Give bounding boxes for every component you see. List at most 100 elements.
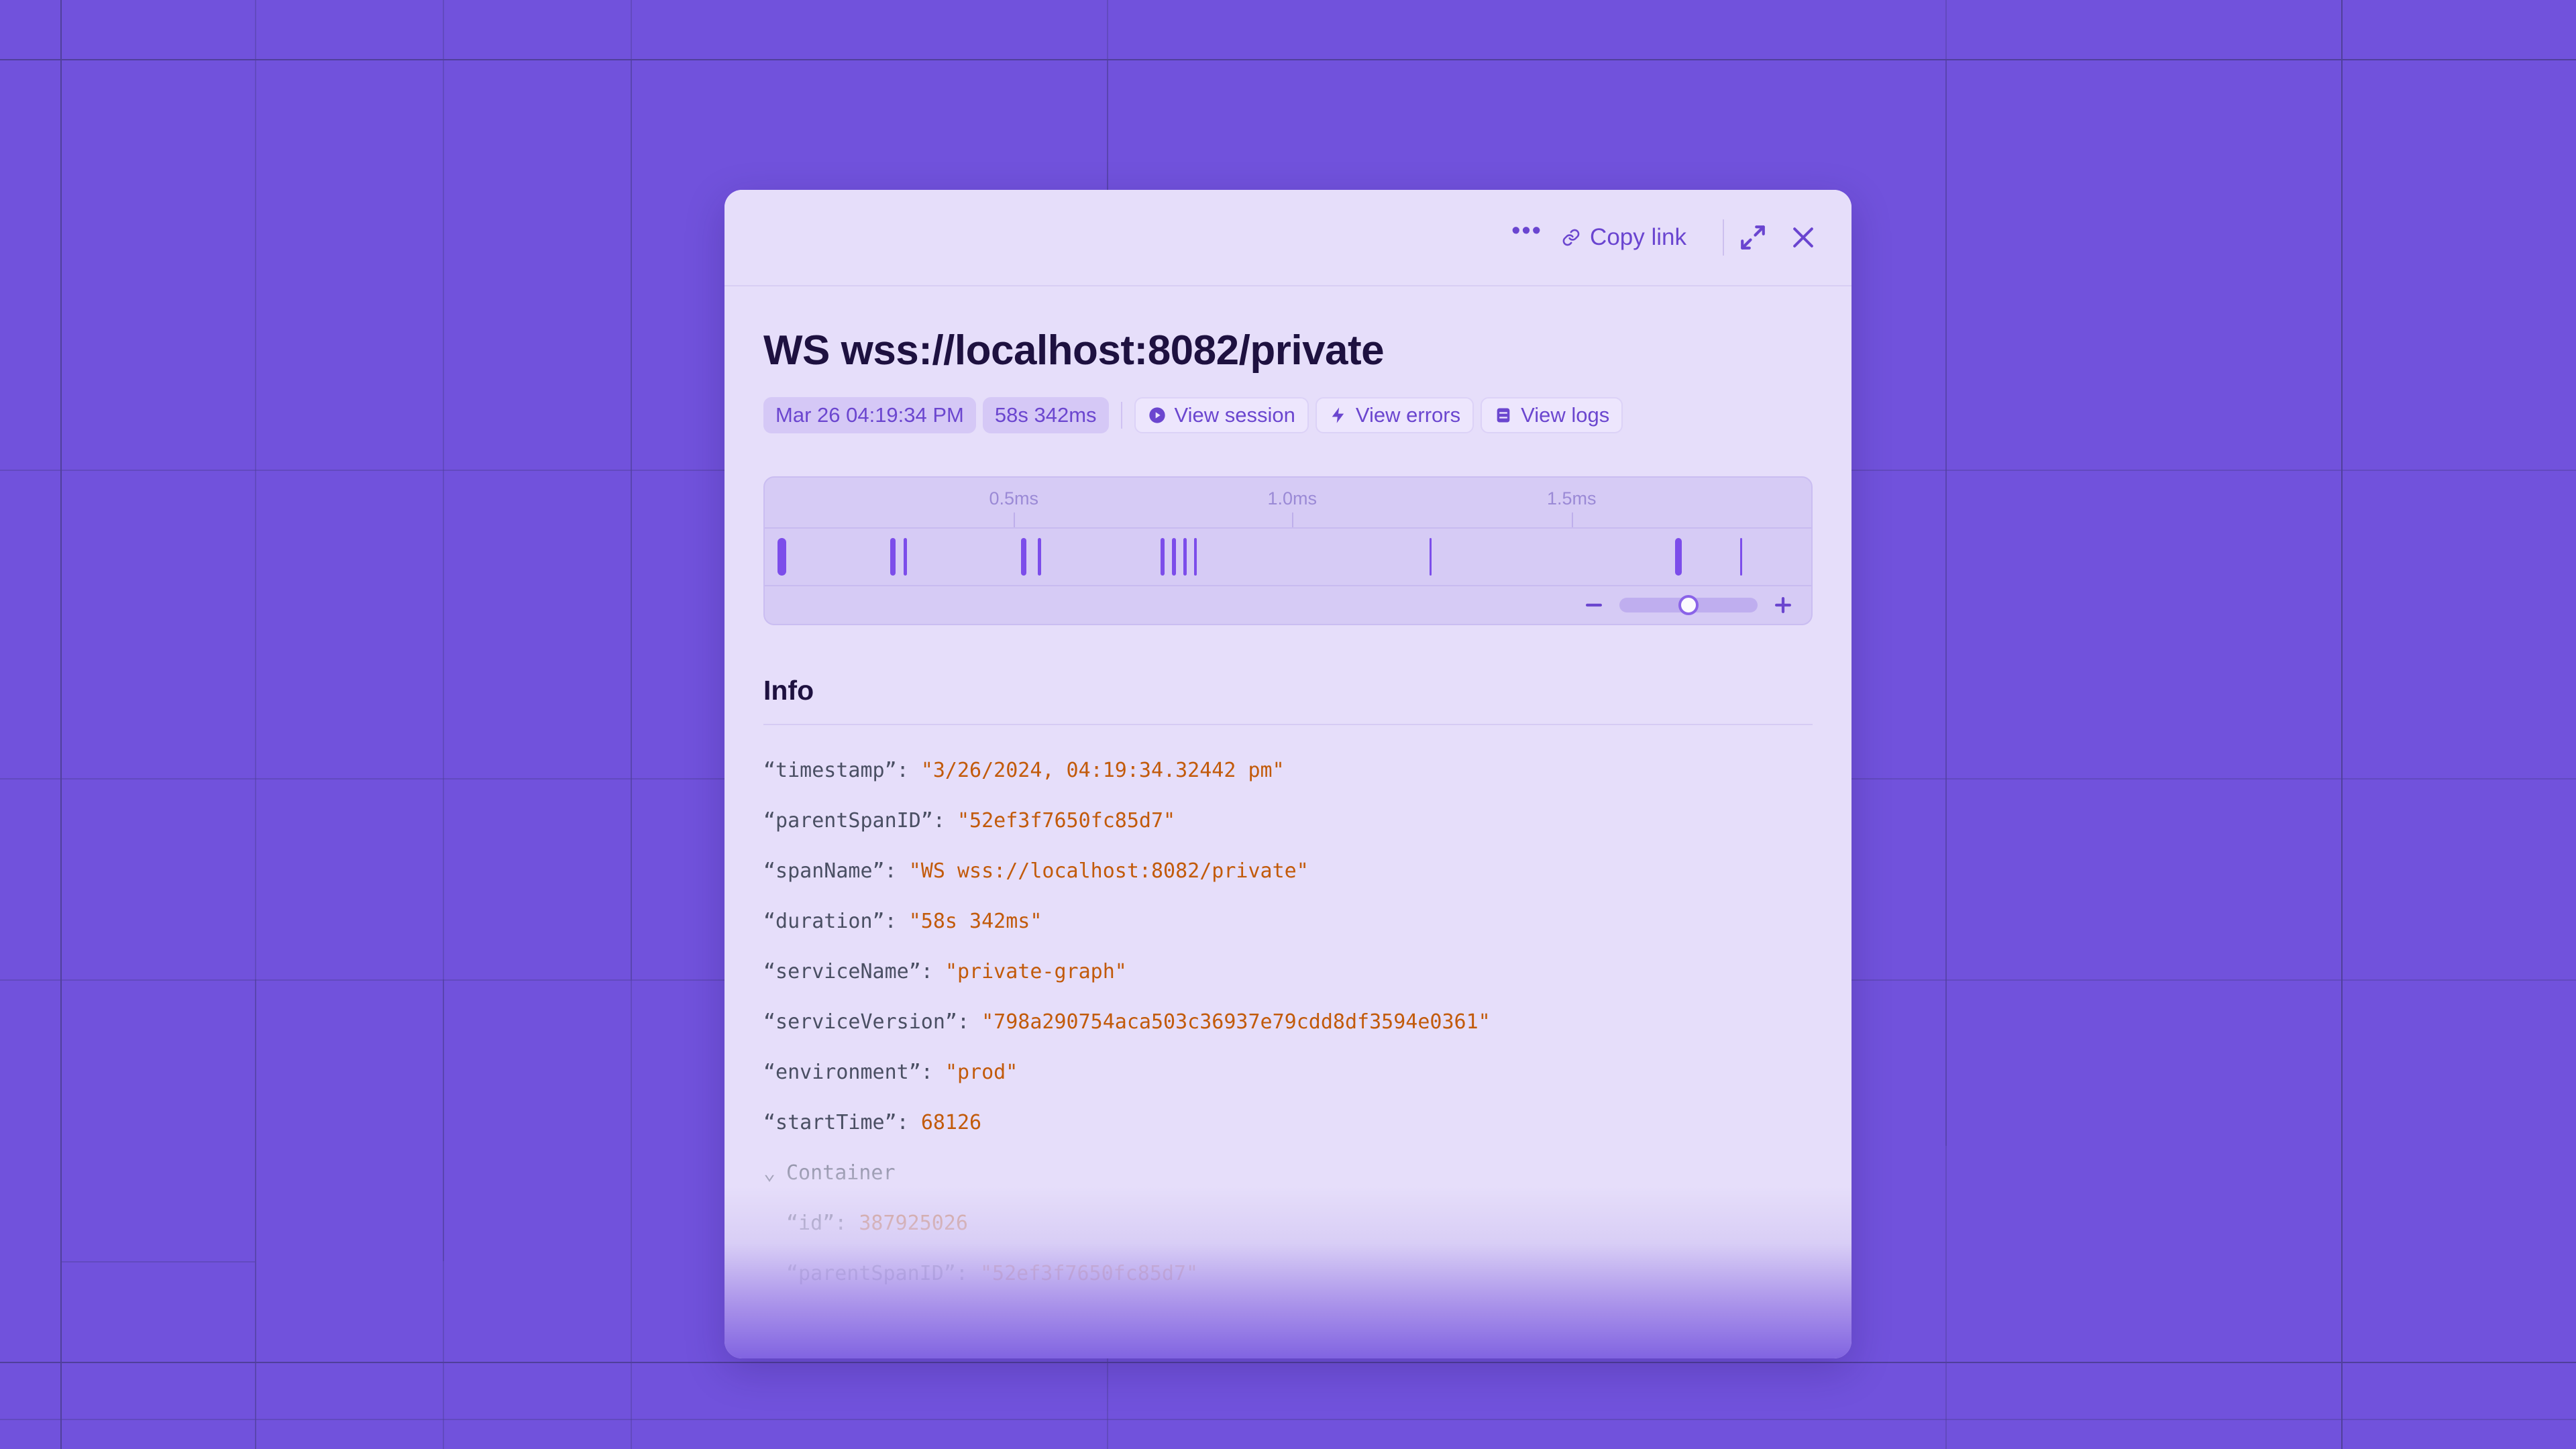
copy-link-label: Copy link: [1590, 224, 1686, 250]
info-row-serviceName: “serviceName”: "private-graph": [763, 947, 1813, 997]
timeline-span-bar[interactable]: [777, 538, 786, 576]
info-row-key: “environment”:: [763, 1061, 945, 1084]
header-divider: [1723, 219, 1724, 256]
timeline-span-bar[interactable]: [1038, 538, 1041, 576]
grid-line-vertical: [60, 0, 62, 1449]
timeline-span-bar[interactable]: [904, 538, 908, 576]
timeline-span-bar[interactable]: [1160, 538, 1165, 576]
timeline-zoom-controls: [765, 586, 1811, 624]
info-row-duration: “duration”: "58s 342ms": [763, 896, 1813, 947]
info-row-value: "58s 342ms": [908, 910, 1042, 933]
close-button[interactable]: [1767, 214, 1821, 261]
chip-mar-26-04-19-34-pm: Mar 26 04:19:34 PM: [763, 397, 976, 433]
grid-line-horizontal: [0, 59, 2576, 60]
grid-line-horizontal: [0, 1362, 2576, 1363]
chip-label: 58s 342ms: [994, 403, 1097, 427]
copy-link-button[interactable]: Copy link: [1550, 214, 1699, 261]
chevron-down-icon: ⌄: [763, 1161, 776, 1185]
grid-line-segment: [255, 979, 256, 1449]
info-row-environment: “environment”: "prod": [763, 1047, 1813, 1097]
info-section-heading: Info: [763, 675, 814, 706]
info-row-key: “startTime”:: [763, 1111, 921, 1134]
modal-body: WS wss://localhost:8082/private Mar 26 0…: [724, 286, 1851, 1358]
timeline-tick-label: 0.5ms: [989, 488, 1039, 508]
info-divider: [763, 724, 1813, 725]
timeline-span-bar[interactable]: [1429, 538, 1432, 576]
info-row-value: 68126: [920, 1111, 982, 1134]
info-json-body: “timestamp”: "3/26/2024, 04:19:34.32442 …: [763, 745, 1813, 1299]
more-options-button[interactable]: •••: [1504, 214, 1550, 261]
timeline-tick-label: 1.5ms: [1546, 488, 1597, 508]
timeline-span-bar[interactable]: [1171, 538, 1177, 576]
timeline-tick-mark: [1292, 513, 1294, 527]
link-icon: [1562, 228, 1580, 247]
grid-line-segment: [443, 979, 444, 1261]
chip-group-divider: [1120, 402, 1122, 429]
info-row-key: “parentSpanID”:: [763, 809, 957, 833]
info-row-key: “serviceVersion”:: [763, 1010, 982, 1034]
info-row-id: “id”: 387925026: [763, 1198, 1813, 1248]
grid-line-segment: [60, 1261, 255, 1263]
timeline-minimap[interactable]: 0.5ms 1.0ms 1.5ms: [763, 476, 1813, 625]
zoom-slider-handle[interactable]: [1678, 595, 1699, 615]
timeline-span-bar[interactable]: [1193, 538, 1197, 576]
timeline-tick-label: 1.0ms: [1267, 488, 1317, 508]
close-icon: [1788, 223, 1818, 252]
chip-action-view-errors[interactable]: View errors: [1315, 397, 1474, 433]
play-circle-icon: [1148, 406, 1167, 425]
timeline-span-bar[interactable]: [1021, 538, 1026, 576]
info-row-value: "WS wss://localhost:8082/private": [908, 859, 1309, 883]
metadata-chip-row: Mar 26 04:19:34 PM 58s 342ms View session V…: [763, 397, 1813, 433]
info-row-value: "52ef3f7650fc85d7": [979, 1262, 1199, 1285]
chip-label: View errors: [1355, 403, 1461, 427]
grid-line-segment: [631, 59, 632, 979]
info-row-key: “parentSpanID”:: [786, 1262, 980, 1285]
info-row-key: “serviceName”:: [763, 960, 945, 983]
more-options-icon: •••: [1511, 217, 1542, 245]
chip-action-view-logs[interactable]: View logs: [1481, 397, 1623, 433]
grid-line-segment: [1945, 59, 1947, 1146]
info-row-value: "52ef3f7650fc85d7": [957, 809, 1176, 833]
info-row-spanName: “spanName”: "WS wss://localhost:8082/pri…: [763, 846, 1813, 896]
info-row-startTime: “startTime”: 68126: [763, 1097, 1813, 1148]
info-row-value: "prod": [945, 1061, 1018, 1084]
grid-line-vertical: [2341, 0, 2343, 1449]
grid-line-horizontal: [0, 1419, 2576, 1420]
chip-label: View logs: [1521, 403, 1610, 427]
logs-icon: [1494, 406, 1513, 425]
timeline-span-bar[interactable]: [1675, 538, 1682, 576]
chip-action-view-session[interactable]: View session: [1134, 397, 1309, 433]
info-row-key: “spanName”:: [763, 859, 909, 883]
info-row-key: “timestamp”:: [763, 759, 921, 782]
info-row-key: “id”:: [786, 1212, 859, 1235]
span-detail-modal: ••• Copy link WS wss://localhost:8082/pr…: [724, 190, 1851, 1358]
info-group-label: Container: [786, 1161, 896, 1185]
info-row-key: “duration”:: [763, 910, 909, 933]
expand-icon: [1739, 223, 1767, 252]
zoom-in-button[interactable]: [1770, 592, 1796, 619]
info-row-value: 387925026: [859, 1212, 968, 1235]
chip-58s-342ms: 58s 342ms: [982, 397, 1109, 433]
info-row-serviceVersion: “serviceVersion”: "798a290754aca503c3693…: [763, 997, 1813, 1047]
modal-header: ••• Copy link: [724, 190, 1851, 286]
timeline-tick-mark: [1014, 513, 1016, 527]
zoom-out-button[interactable]: [1580, 592, 1607, 619]
info-row-parentSpanID: “parentSpanID”: "52ef3f7650fc85d7": [763, 1248, 1813, 1299]
info-group-container-toggle[interactable]: ⌄ Container: [763, 1148, 1813, 1198]
timeline-span-track[interactable]: [765, 529, 1811, 586]
timeline-tick-mark: [1571, 513, 1573, 527]
expand-button[interactable]: [1739, 214, 1767, 261]
info-row-value: "3/26/2024, 04:19:34.32442 pm": [920, 759, 1285, 782]
zoom-slider[interactable]: [1619, 595, 1758, 615]
info-row-value: "798a290754aca503c36937e79cdd8df3594e036…: [981, 1010, 1491, 1034]
info-row-timestamp: “timestamp”: "3/26/2024, 04:19:34.32442 …: [763, 745, 1813, 796]
timeline-ruler: 0.5ms 1.0ms 1.5ms: [765, 478, 1811, 529]
info-row-parentSpanID: “parentSpanID”: "52ef3f7650fc85d7": [763, 796, 1813, 846]
chip-label: View session: [1174, 403, 1295, 427]
info-row-value: "private-graph": [945, 960, 1127, 983]
page-title: WS wss://localhost:8082/private: [763, 327, 1385, 374]
timeline-span-bar[interactable]: [1183, 538, 1187, 576]
lightning-icon: [1329, 406, 1348, 425]
timeline-span-bar[interactable]: [1739, 538, 1743, 576]
timeline-span-bar[interactable]: [890, 538, 896, 576]
